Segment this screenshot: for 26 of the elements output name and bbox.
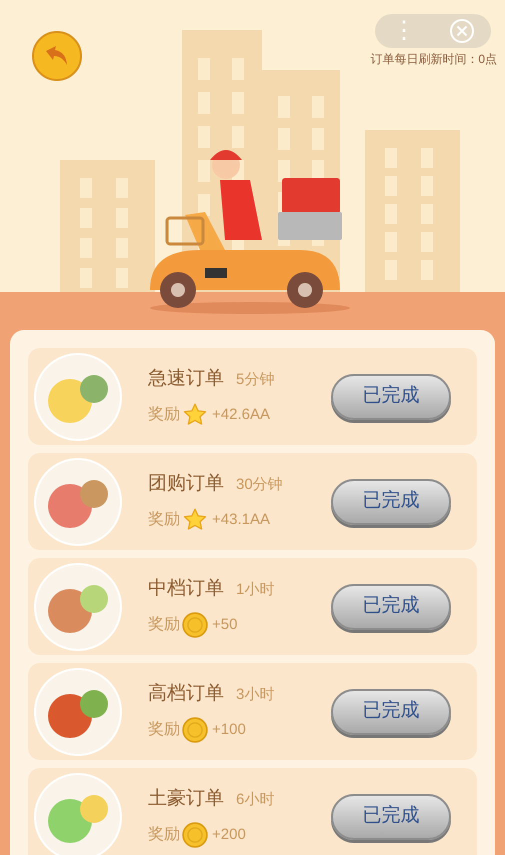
order-duration: 1小时 (236, 580, 274, 600)
reward-label: 奖励 (148, 824, 180, 845)
order-title: 中档订单 (148, 577, 224, 602)
reward-amount: +42.6AA (212, 404, 270, 424)
order-duration: 3小时 (236, 685, 274, 706)
reward-label: 奖励 (148, 614, 180, 635)
order-duration: 5分钟 (236, 370, 274, 390)
order-title: 高档订单 (148, 682, 224, 706)
order-title: 土豪订单 (148, 787, 224, 812)
reward-amount: +100 (212, 720, 246, 740)
coin-icon (182, 612, 208, 638)
coin-icon (182, 822, 208, 848)
refresh-time-note: 订单每日刷新时间：0点 (370, 51, 497, 68)
order-title: 急速订单 (148, 367, 224, 392)
back-arrow-icon (44, 45, 70, 67)
order-duration: 6小时 (236, 790, 274, 810)
reward-amount: +50 (212, 614, 238, 634)
reward-amount: +43.1AA (212, 510, 270, 530)
order-title: 团购订单 (148, 472, 224, 496)
reward-label: 奖励 (148, 510, 180, 530)
order-duration: 30分钟 (236, 475, 283, 496)
reward-amount: +200 (212, 824, 246, 844)
close-icon (449, 18, 475, 44)
reward-label: 奖励 (148, 720, 180, 740)
coin-icon (182, 716, 208, 743)
reward-label: 奖励 (148, 404, 180, 425)
